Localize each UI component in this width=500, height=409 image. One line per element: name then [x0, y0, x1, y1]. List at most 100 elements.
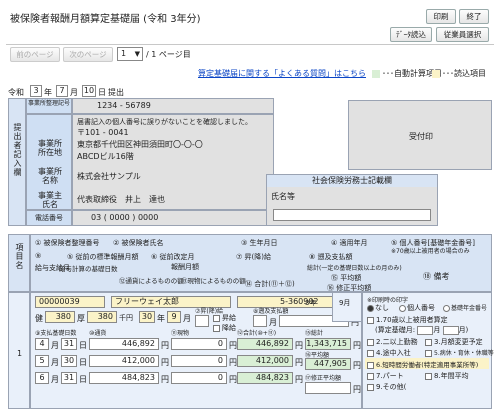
legend-read-swatch	[432, 69, 440, 78]
col-total: ⑭ 合計(⑪＋⑫)	[245, 280, 295, 288]
print-option-personal[interactable]: 個人番号	[399, 303, 435, 313]
print-option-none[interactable]: なし	[367, 303, 389, 313]
col-goods: ⑬現物によるものの額	[181, 277, 246, 285]
std-health-field[interactable]: 380	[45, 311, 75, 323]
month-3-field[interactable]: 6	[35, 372, 49, 384]
office-name-label: 事業所名称	[38, 167, 62, 185]
total-3-yen: 円	[295, 375, 303, 384]
exit-button[interactable]: 終了	[459, 9, 489, 24]
days-2-field[interactable]: 30	[61, 355, 77, 367]
next-page-button[interactable]: 次のページ	[63, 47, 113, 62]
column-header-block: ① 被保険者整理番号 ② 被保険者氏名 ③ 生年月日 ④ 適用年月 ⑤ 個人番号…	[30, 234, 492, 292]
adjusted-average-field[interactable]	[305, 382, 351, 394]
total-1-field: 446,892	[237, 338, 293, 350]
currency-3-yen: 円	[161, 375, 169, 384]
remark-item-7[interactable]: 7.パート	[367, 371, 404, 381]
remark-2-checkbox[interactable]	[367, 338, 374, 346]
submitter-section-label: 提出者記入欄	[8, 98, 26, 226]
col-9: ⑨	[35, 252, 42, 260]
currency-1-field[interactable]: 446,892	[89, 338, 159, 350]
remark-item-1[interactable]: 1.70歳以上被用者算定	[367, 315, 448, 325]
data-read-button[interactable]: ﾃﾞｰﾀ読込	[390, 27, 432, 42]
remark-8-checkbox[interactable]	[425, 372, 432, 380]
radio-none[interactable]	[367, 304, 374, 312]
page-select[interactable]: 1 ▼	[117, 47, 143, 61]
submission-month-input[interactable]: 7	[56, 85, 68, 97]
prev-revision-month[interactable]: 9	[167, 311, 181, 323]
total-label: ⑫合計(⑩+⑪)	[237, 330, 277, 337]
month-2-field[interactable]: 5	[35, 355, 49, 367]
adjusted-average-yen: 円	[353, 385, 361, 394]
remark-3-label: 3.月額変更予定	[434, 338, 483, 346]
remark-3-checkbox[interactable]	[425, 338, 432, 346]
legend-auto-swatch	[372, 69, 380, 78]
remark-9-label: 9.その他(	[376, 383, 407, 391]
calc-base-month-unit: 月	[433, 326, 441, 334]
month-1-field[interactable]: 4	[35, 338, 49, 350]
calc-base-month-1[interactable]	[417, 325, 434, 335]
remarks-panel: ※印刷時の印字 なし 個人番号 基礎年金番号 1.70歳以上被用者算定 (算定基…	[362, 292, 494, 409]
col-average: ⑮ 平均額	[331, 274, 362, 282]
remark-item-2[interactable]: 2.二以上勤務	[367, 337, 418, 347]
days-1-field[interactable]: 31	[61, 338, 77, 350]
office-address: 東京都千代田区神田須田町〇-〇-〇	[77, 140, 203, 149]
remark-5-checkbox[interactable]	[425, 350, 432, 357]
retro-month-field[interactable]	[253, 315, 267, 327]
currency-2-yen: 円	[161, 358, 169, 367]
submission-year-input[interactable]: 3	[30, 85, 42, 97]
radio-pension[interactable]	[443, 305, 450, 312]
submitter-section-text: 提出者記入欄	[13, 123, 22, 177]
office-building: ABCDビル16階	[77, 152, 134, 161]
col-prev-std: ⑤ 従前の標準報酬月額	[67, 253, 139, 261]
office-address-label: 事業所所在地	[38, 139, 62, 157]
goods-2-field[interactable]: 0	[171, 355, 227, 367]
remark-1-checkbox[interactable]	[367, 316, 374, 324]
remark-6-checkbox[interactable]	[367, 361, 374, 369]
remark-item-8[interactable]: 8.年間平均	[425, 371, 469, 381]
col-retro: ⑧ 遡及支払額	[309, 253, 353, 261]
remark-item-3[interactable]: 3.月額変更予定	[425, 337, 483, 347]
postal-code: 〒101 - 0041	[77, 128, 129, 137]
days-3-field[interactable]: 31	[61, 372, 77, 384]
owner-name-label: 事業主氏名	[38, 191, 62, 209]
raise-down-option[interactable]: 降給	[213, 323, 236, 333]
remark-item-4[interactable]: 4.途中入社	[367, 348, 411, 358]
remark-item-6[interactable]: 6.短時間労働者(特定適用事業所等)	[367, 359, 478, 369]
remark-9-checkbox[interactable]	[367, 383, 374, 391]
goods-3-yen: 円	[229, 375, 237, 384]
col-apply-month: ④ 適用年月	[331, 239, 368, 247]
faq-link[interactable]: 算定基礎届に関する「よくある質問」はこちら	[198, 68, 366, 79]
remark-4-checkbox[interactable]	[367, 349, 374, 357]
raise-month-field[interactable]	[195, 315, 209, 327]
remark-7-checkbox[interactable]	[367, 372, 374, 380]
goods-1-field[interactable]: 0	[171, 338, 227, 350]
currency-3-field[interactable]: 484,823	[89, 372, 159, 384]
raise-up-option[interactable]: 昇給	[213, 313, 236, 323]
raise-up-checkbox[interactable]	[213, 314, 220, 322]
calc-base-month-2[interactable]	[442, 325, 459, 335]
total-3-field: 484,823	[237, 372, 293, 384]
phone-value: 03 ( 0000 ) 0000	[72, 210, 274, 226]
currency-2-field[interactable]: 412,000	[89, 355, 159, 367]
raise-down-checkbox[interactable]	[213, 324, 220, 332]
std-pension-field[interactable]: 380	[87, 311, 117, 323]
prev-revision-year-unit: 年	[157, 314, 165, 323]
goods-3-field[interactable]: 0	[171, 372, 227, 384]
owner-name: 代表取締役 井上 達也	[77, 195, 165, 204]
employee-select-button[interactable]: 従業員選択	[436, 27, 489, 42]
remark-item-9[interactable]: 9.その他(	[367, 382, 406, 392]
insured-no-field[interactable]: 00000039	[35, 296, 105, 308]
print-button[interactable]: 印刷	[426, 9, 456, 24]
prev-page-button[interactable]: 前のページ	[10, 47, 60, 62]
print-option-pension[interactable]: 基礎年金番号	[443, 303, 487, 312]
radio-personal[interactable]	[399, 304, 406, 312]
remark-1-label: 1.70歳以上被用者算定	[376, 316, 448, 324]
submission-day-input[interactable]: 10	[82, 85, 96, 97]
prev-revision-year[interactable]: 30	[139, 311, 155, 323]
item-section-label: 項目名	[8, 234, 30, 292]
remark-item-5[interactable]: 5.病休・育休・休職等	[425, 348, 494, 357]
sharoushi-name-input[interactable]	[273, 209, 431, 221]
days-1-unit: 日	[79, 341, 87, 350]
health-label: 健	[35, 314, 43, 323]
receipt-stamp-label: 受付印	[409, 132, 433, 141]
